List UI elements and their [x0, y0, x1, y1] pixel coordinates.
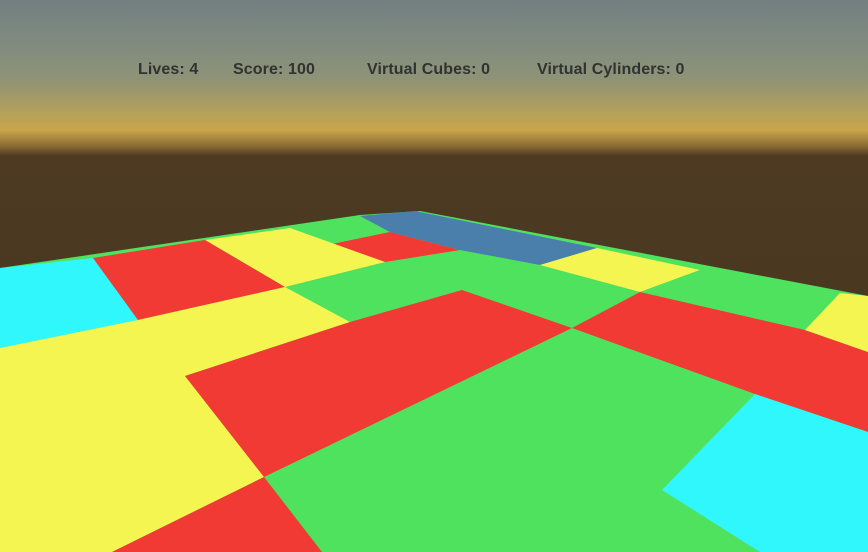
virtual-cubes-counter: Virtual Cubes: 0: [367, 61, 491, 78]
game-viewport[interactable]: Lives: 4 Score: 100 Virtual Cubes: 0 Vir…: [0, 0, 868, 552]
score-counter: Score: 100: [233, 61, 315, 78]
lives-counter: Lives: 4: [138, 61, 199, 78]
virtual-cylinders-counter: Virtual Cylinders: 0: [537, 61, 685, 78]
hud-bar: Lives: 4 Score: 100 Virtual Cubes: 0 Vir…: [0, 61, 868, 83]
